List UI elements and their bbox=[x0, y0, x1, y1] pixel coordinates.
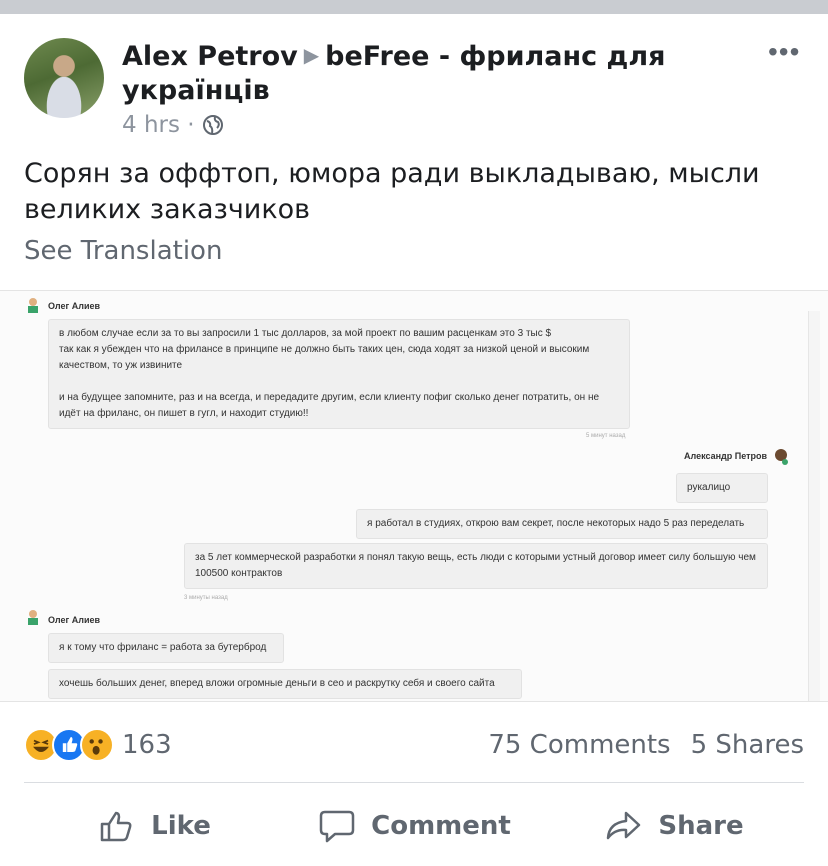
shares-count-link[interactable]: 5 Shares bbox=[691, 730, 804, 760]
chat-message: хочешь больших денег, вперед вложи огром… bbox=[48, 669, 522, 699]
user-avatar-icon bbox=[28, 610, 38, 625]
chat-message: я работал в студиях, открою вам секрет, … bbox=[356, 509, 768, 539]
post-timestamp[interactable]: 4 hrs · bbox=[122, 112, 195, 138]
chat-message: за 5 лет коммерческой разработки я понял… bbox=[184, 543, 768, 589]
share-label: Share bbox=[658, 811, 744, 841]
post-header: Alex Petrov ▶ beFree - фриланс для українц… bbox=[122, 38, 682, 108]
chat-timestamp: 3 минуты назад bbox=[184, 595, 228, 601]
post-actions-bar: Like Comment Share bbox=[24, 786, 804, 866]
more-options-icon[interactable]: ••• bbox=[768, 38, 808, 66]
like-label: Like bbox=[151, 811, 211, 841]
chat-message: рукалицо bbox=[676, 473, 768, 503]
screenshot-scrollbar bbox=[808, 311, 820, 701]
engagement-counts: 75 Comments 5 Shares bbox=[488, 730, 804, 760]
chat-author-name: Олег Алиев bbox=[48, 301, 101, 311]
comment-button[interactable]: Comment bbox=[284, 786, 544, 866]
post-meta: 4 hrs · bbox=[122, 112, 225, 138]
chat-author-name: Олег Алиев bbox=[48, 615, 101, 625]
thumbs-up-icon bbox=[100, 811, 132, 842]
user-avatar-icon bbox=[775, 449, 788, 465]
globe-icon bbox=[202, 115, 223, 135]
comment-bubble-icon bbox=[319, 810, 355, 843]
chat-message: в любом случае если за то вы запросили 1… bbox=[48, 319, 630, 429]
see-translation-link[interactable]: See Translation bbox=[24, 236, 222, 266]
share-arrow-icon bbox=[607, 811, 641, 840]
reaction-count: 163 bbox=[122, 730, 172, 760]
chat-message: я к тому что фриланс = работа за бутербр… bbox=[48, 633, 284, 663]
chat-author-name: Александр Петров bbox=[684, 451, 768, 461]
divider bbox=[24, 782, 804, 783]
author-avatar[interactable] bbox=[24, 38, 104, 118]
user-avatar-icon bbox=[28, 298, 38, 313]
comments-count-link[interactable]: 75 Comments bbox=[488, 730, 670, 760]
triangle-right-icon: ▶ bbox=[303, 43, 320, 67]
share-button[interactable]: Share bbox=[544, 786, 804, 866]
comment-label: Comment bbox=[371, 811, 511, 841]
chat-timestamp: 5 минут назад bbox=[586, 433, 626, 439]
top-separator-bar bbox=[0, 0, 828, 14]
post-text: Сорян за оффтоп, юмора ради выкладываю, … bbox=[24, 158, 760, 225]
like-button[interactable]: Like bbox=[24, 786, 284, 866]
author-name[interactable]: Alex Petrov bbox=[122, 41, 298, 72]
attached-chat-screenshot[interactable]: Олег Алиев в любом случае если за то вы … bbox=[0, 290, 828, 702]
wow-icon bbox=[80, 728, 114, 762]
reactions-summary[interactable]: 163 bbox=[24, 726, 172, 764]
